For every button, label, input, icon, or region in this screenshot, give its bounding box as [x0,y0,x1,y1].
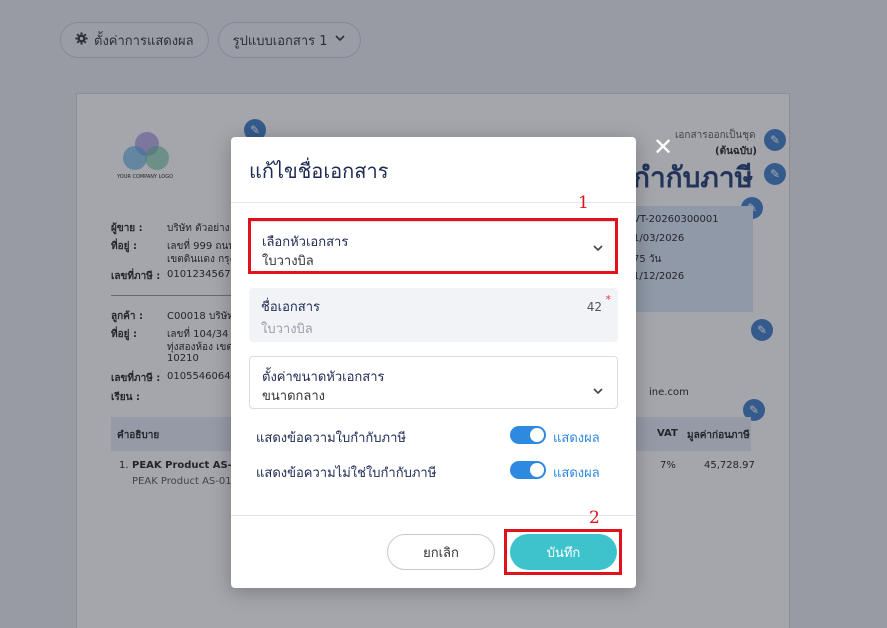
non-tax-invoice-text-label: แสดงข้อความไม่ใช่ใบกำกับภาษี [256,466,437,481]
non-tax-invoice-text-toggle[interactable] [510,461,546,479]
header-size-value: ขนาดกลาง [262,389,326,404]
non-tax-invoice-text-toggle-row: แสดงข้อความไม่ใช่ใบกำกับภาษี แสดงผล [256,460,606,481]
dialog-header-divider [231,202,636,203]
highlight-number-2: 2 [589,508,600,528]
tax-invoice-text-toggle-row: แสดงข้อความใบกำกับภาษี แสดงผล [256,425,606,446]
highlight-box-2 [504,529,622,575]
tax-invoice-text-toggle[interactable] [510,426,546,444]
tax-invoice-text-state: แสดงผล [553,431,600,446]
dialog-title: แก้ไขชื่อเอกสาร [249,159,389,183]
highlight-number-1: 1 [578,193,589,213]
tax-invoice-text-label: แสดงข้อความใบกำกับภาษี [256,431,406,446]
non-tax-invoice-text-state: แสดงผล [553,466,600,481]
dialog-footer-divider [231,515,636,516]
cancel-button[interactable]: ยกเลิก [387,534,495,570]
required-mark: * [605,293,612,306]
document-name-label: ชื่อเอกสาร [261,300,320,315]
header-size-label: ตั้งค่าขนาดหัวเอกสาร [262,370,385,385]
chevron-down-icon [593,388,603,395]
highlight-box-1 [248,218,618,274]
document-name-field[interactable]: ชื่อเอกสาร ใบวางบิล 42 * [249,288,618,342]
document-name-input[interactable]: ใบวางบิล [261,318,313,339]
edit-document-name-dialog: แก้ไขชื่อเอกสาร เลือกหัวเอกสาร ใบวางบิล … [231,137,636,588]
character-counter: 42 [586,300,602,314]
header-size-select[interactable]: ตั้งค่าขนาดหัวเอกสาร ขนาดกลาง [249,356,618,409]
close-icon[interactable]: ✕ [650,133,676,161]
